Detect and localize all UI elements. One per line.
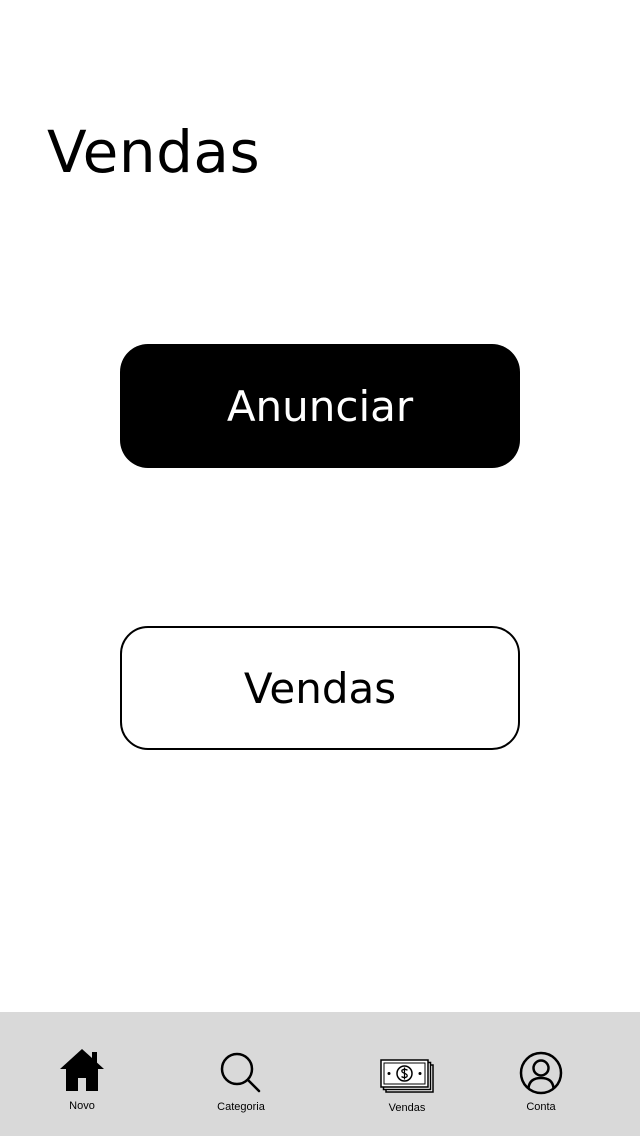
vendas-button[interactable]: Vendas: [120, 626, 520, 750]
money-icon: [380, 1059, 434, 1093]
home-icon: [60, 1049, 104, 1091]
anunciar-button[interactable]: Anunciar: [120, 344, 520, 468]
tab-novo[interactable]: Novo: [52, 1012, 112, 1136]
search-icon: [220, 1052, 261, 1093]
user-icon: [519, 1051, 563, 1095]
bottom-tab-bar: Novo Categoria Vendas Conta: [0, 1012, 640, 1136]
tab-categoria[interactable]: Categoria: [206, 1012, 276, 1136]
tab-conta[interactable]: Conta: [510, 1012, 572, 1136]
tab-label: Categoria: [217, 1101, 265, 1113]
tab-label: Conta: [526, 1101, 556, 1113]
page-title: Vendas: [47, 118, 261, 186]
tab-vendas[interactable]: Vendas: [372, 1012, 442, 1136]
tab-label: Novo: [69, 1100, 95, 1112]
tab-label: Vendas: [388, 1102, 426, 1114]
